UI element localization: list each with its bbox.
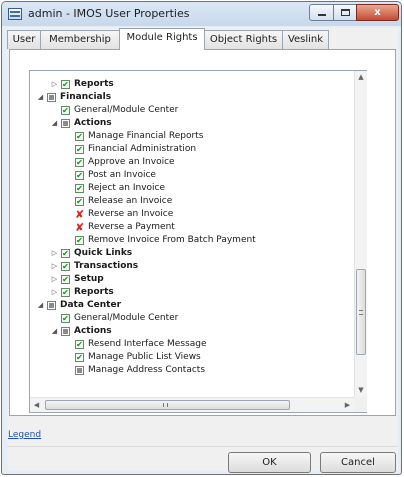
tree-row-label: Transactions xyxy=(74,261,139,271)
ok-button[interactable]: OK xyxy=(228,452,311,473)
collapse-arrow-icon[interactable]: ◢ xyxy=(36,299,45,312)
tree-row-label: Manage Address Contacts xyxy=(88,365,206,375)
window-title: admin - IMOS User Properties xyxy=(28,7,190,20)
checked-checkbox[interactable]: ✔ xyxy=(61,314,70,323)
tree-viewport: ▷ ✔ Reports ◢ Financials ✔ General/Module Cent… xyxy=(30,71,354,397)
horizontal-scrollbar[interactable]: ◀ ▶ xyxy=(30,397,354,412)
tab-module-rights[interactable]: Module Rights xyxy=(119,28,205,50)
expand-arrow-icon[interactable]: ▷ xyxy=(50,78,59,91)
partial-checkbox[interactable] xyxy=(75,366,84,375)
partial-checkbox[interactable] xyxy=(61,119,70,128)
collapse-arrow-icon[interactable]: ◢ xyxy=(50,325,59,338)
close-button[interactable]: x xyxy=(356,4,399,21)
expand-arrow-icon[interactable]: ▷ xyxy=(50,273,59,286)
collapse-arrow-icon[interactable]: ◢ xyxy=(36,91,45,104)
tree-row-label: Manage Public List Views xyxy=(88,352,201,362)
partial-checkbox[interactable] xyxy=(61,327,70,336)
checked-checkbox[interactable]: ✔ xyxy=(75,145,84,154)
module-rights-panel: ▷ ✔ Reports ◢ Financials ✔ General/Module Cent… xyxy=(9,49,396,416)
minimize-icon xyxy=(318,14,326,16)
scrollbar-corner xyxy=(354,397,367,412)
app-window-icon xyxy=(8,8,22,20)
checked-checkbox[interactable]: ✔ xyxy=(75,340,84,349)
horizontal-scroll-thumb[interactable] xyxy=(45,400,290,410)
checked-checkbox[interactable]: ✔ xyxy=(61,262,70,271)
tree-row-label: General/Module Center xyxy=(74,313,179,323)
tree-row-label: Actions xyxy=(74,118,112,128)
maximize-button[interactable] xyxy=(333,4,357,21)
checked-checkbox[interactable]: ✔ xyxy=(75,158,84,167)
checked-checkbox[interactable]: ✔ xyxy=(61,288,70,297)
user-properties-window: admin - IMOS User Properties x User Memb… xyxy=(1,1,402,475)
checked-checkbox[interactable]: ✔ xyxy=(61,249,70,258)
dialog-client-area: User Membership Module Rights Object Rig… xyxy=(7,28,398,473)
scroll-up-icon[interactable]: ▲ xyxy=(355,71,367,84)
checked-checkbox[interactable]: ✔ xyxy=(75,132,84,141)
tree-row-label: Financials xyxy=(60,92,112,102)
tab-object-rights[interactable]: Object Rights xyxy=(204,30,283,49)
vertical-scrollbar[interactable]: ▲ ▼ xyxy=(354,71,367,397)
checked-checkbox[interactable]: ✔ xyxy=(61,106,70,115)
tree-row-label: Setup xyxy=(74,274,104,284)
deny-x-icon[interactable]: ✘ xyxy=(75,209,84,220)
cancel-button[interactable]: Cancel xyxy=(320,452,396,473)
legend-link[interactable]: Legend xyxy=(8,430,41,440)
tab-membership[interactable]: Membership xyxy=(40,30,120,49)
checked-checkbox[interactable]: ✔ xyxy=(75,197,84,206)
partial-checkbox[interactable] xyxy=(47,301,56,310)
expand-arrow-icon[interactable]: ▷ xyxy=(50,260,59,273)
deny-x-icon[interactable]: ✘ xyxy=(75,222,84,233)
tree-row-label: Reports xyxy=(74,287,114,297)
minimize-button[interactable] xyxy=(309,4,334,21)
checked-checkbox[interactable]: ✔ xyxy=(75,236,84,245)
grip-icon xyxy=(359,310,363,315)
tree-row-label: Reports xyxy=(74,79,114,89)
tree-row-label: General/Module Center xyxy=(74,105,179,115)
tree-row-label: Reject an Invoice xyxy=(88,183,166,193)
scroll-down-icon[interactable]: ▼ xyxy=(355,384,367,397)
tree-row-label: Quick Links xyxy=(74,248,133,258)
tree-row-label: Resend Interface Message xyxy=(88,339,207,349)
close-icon: x xyxy=(374,7,381,18)
collapse-arrow-icon[interactable]: ◢ xyxy=(50,117,59,130)
tree-row-label: Approve an Invoice xyxy=(88,157,175,167)
expand-arrow-icon[interactable]: ▷ xyxy=(50,247,59,260)
expand-arrow-icon[interactable]: ▷ xyxy=(50,286,59,299)
tree-row-label: Actions xyxy=(74,326,112,336)
tab-user[interactable]: User xyxy=(7,30,41,49)
grip-icon xyxy=(163,403,168,407)
vertical-scroll-thumb[interactable] xyxy=(356,269,366,355)
tree-row-label: Release an Invoice xyxy=(88,196,173,206)
tree-row-label: Data Center xyxy=(60,300,122,310)
checked-checkbox[interactable]: ✔ xyxy=(61,275,70,284)
checked-checkbox[interactable]: ✔ xyxy=(61,80,70,89)
scroll-left-icon[interactable]: ◀ xyxy=(30,398,43,412)
tree-row-label: Remove Invoice From Batch Payment xyxy=(88,235,256,245)
title-bar[interactable]: admin - IMOS User Properties x xyxy=(2,2,401,26)
footer-divider xyxy=(7,446,398,447)
checked-checkbox[interactable]: ✔ xyxy=(75,353,84,362)
tree-row-label: Reverse a Payment xyxy=(88,222,175,232)
tab-veslink[interactable]: Veslink xyxy=(282,30,329,49)
tree-row-label: Manage Financial Reports xyxy=(88,131,204,141)
checked-checkbox[interactable]: ✔ xyxy=(75,184,84,193)
scroll-right-icon[interactable]: ▶ xyxy=(341,398,354,412)
tree-row-label: Financial Administration xyxy=(88,144,197,154)
tree-row-label: Post an Invoice xyxy=(88,170,156,180)
module-rights-tree[interactable]: ▷ ✔ Reports ◢ Financials ✔ General/Module Cent… xyxy=(29,70,367,413)
partial-checkbox[interactable] xyxy=(47,93,56,102)
checked-checkbox[interactable]: ✔ xyxy=(75,171,84,180)
tree-row-label: Reverse an Invoice xyxy=(88,209,174,219)
maximize-icon xyxy=(341,9,350,16)
tab-strip: User Membership Module Rights Object Rig… xyxy=(7,28,398,50)
